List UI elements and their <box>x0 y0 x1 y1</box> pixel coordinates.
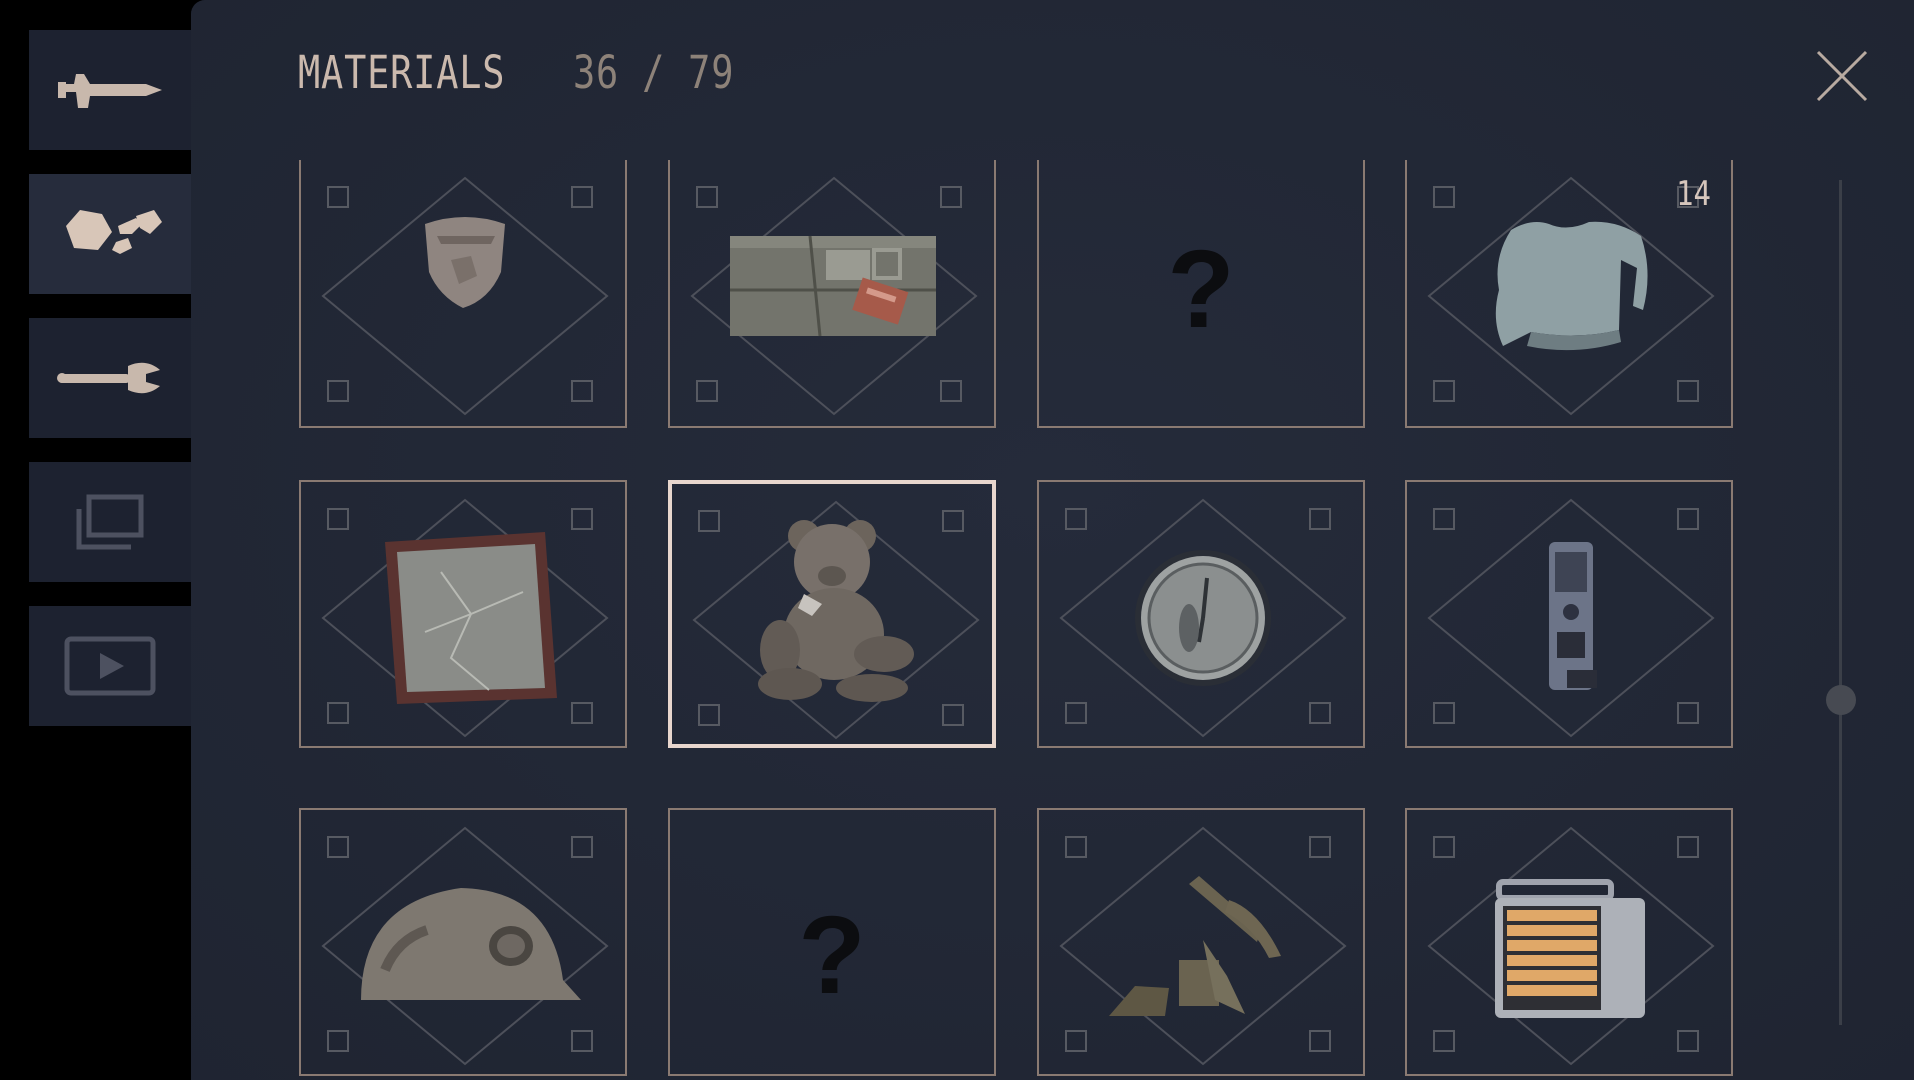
item-quantity: 14 <box>1676 174 1711 214</box>
unknown-icon: ? <box>1167 228 1235 351</box>
material-slot[interactable]: ? <box>1037 160 1365 428</box>
scrollbar-track[interactable] <box>1839 180 1842 1025</box>
material-slot[interactable] <box>299 808 627 1076</box>
tab-videos[interactable] <box>29 606 191 726</box>
tab-materials[interactable] <box>29 174 197 294</box>
material-slot[interactable] <box>299 480 627 748</box>
tab-tools[interactable] <box>29 318 191 438</box>
tab-gallery[interactable] <box>29 462 191 582</box>
materials-panel: MATERIALS 36 / 79 ? 14 ? <box>191 0 1914 1080</box>
wrench-icon <box>54 358 166 398</box>
material-slot[interactable] <box>1037 480 1365 748</box>
material-slot[interactable] <box>668 160 996 428</box>
unknown-icon: ? <box>798 894 866 1017</box>
material-slot[interactable] <box>299 160 627 428</box>
rubble-icon <box>58 204 168 264</box>
rifle-icon <box>54 68 166 112</box>
material-slot[interactable] <box>1405 808 1733 1076</box>
materials-grid: ? 14 ? <box>191 0 1914 1080</box>
material-slot[interactable]: ? <box>668 808 996 1076</box>
material-slot[interactable] <box>1037 808 1365 1076</box>
material-slot[interactable] <box>1405 480 1733 748</box>
game-screen: MATERIALS 36 / 79 ? 14 ? <box>0 0 1914 1080</box>
material-slot[interactable]: 14 <box>1405 160 1733 428</box>
stacked-frames-icon <box>75 493 145 551</box>
material-slot[interactable] <box>668 480 996 748</box>
play-icon <box>64 636 156 696</box>
tab-weapons[interactable] <box>29 30 191 150</box>
